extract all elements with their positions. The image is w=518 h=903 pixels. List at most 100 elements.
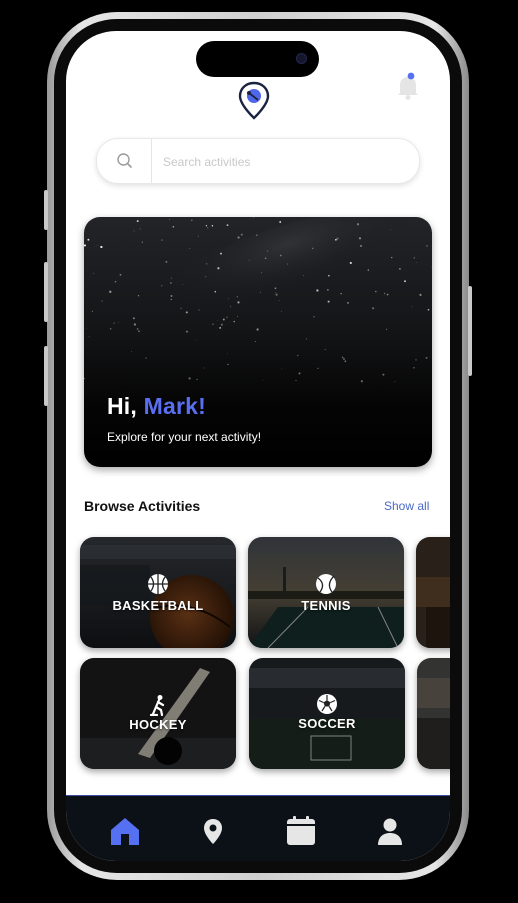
activity-card-soccer[interactable]: SOCCER bbox=[249, 658, 405, 769]
star-dot bbox=[180, 307, 182, 309]
star-dot bbox=[233, 320, 235, 323]
star-dot bbox=[100, 245, 103, 249]
star-dot bbox=[237, 301, 240, 304]
activity-card-basketball[interactable]: BASKETBALL bbox=[80, 537, 236, 648]
home-icon[interactable] bbox=[109, 815, 141, 847]
star-dot bbox=[86, 327, 88, 329]
star-dot bbox=[217, 267, 220, 270]
star-dot bbox=[136, 220, 139, 223]
star-dot bbox=[211, 225, 214, 227]
phone-side-button bbox=[44, 190, 48, 230]
star-dot bbox=[182, 284, 184, 285]
map-pin-icon[interactable] bbox=[197, 815, 229, 847]
bottom-tab-bar bbox=[66, 795, 450, 861]
star-dot bbox=[87, 238, 90, 241]
hero-banner: Hi, Mark! Explore for your next activity… bbox=[84, 217, 432, 467]
search-icon[interactable] bbox=[116, 152, 134, 170]
star-dot bbox=[220, 252, 222, 255]
star-dot bbox=[132, 317, 135, 320]
star-dot bbox=[194, 339, 196, 341]
activity-label: TENNIS bbox=[301, 598, 351, 613]
star-dot bbox=[336, 237, 339, 240]
star-dot bbox=[416, 261, 418, 263]
star-dot bbox=[297, 354, 299, 357]
star-dot bbox=[136, 328, 139, 330]
user-icon[interactable] bbox=[374, 815, 406, 847]
star-dot bbox=[254, 340, 256, 343]
star-dot bbox=[109, 290, 112, 293]
star-dot bbox=[358, 237, 362, 240]
star-dot bbox=[326, 288, 329, 291]
star-dot bbox=[431, 266, 432, 268]
star-dot bbox=[419, 293, 422, 296]
star-dot bbox=[227, 353, 228, 354]
star-dot bbox=[227, 297, 229, 299]
star-dot bbox=[356, 223, 360, 226]
activity-card-tennis[interactable]: TENNIS bbox=[248, 537, 404, 648]
star-dot bbox=[341, 356, 344, 359]
star-dot bbox=[165, 260, 168, 263]
location-pin-logo-icon[interactable] bbox=[236, 81, 272, 121]
star-dot bbox=[281, 368, 283, 370]
star-dot bbox=[237, 236, 240, 239]
star-dot bbox=[264, 257, 267, 260]
star-dot bbox=[367, 269, 370, 271]
search-input[interactable] bbox=[161, 149, 405, 175]
star-dot bbox=[343, 358, 345, 360]
star-dot bbox=[188, 377, 191, 380]
tennis-ball-icon bbox=[316, 574, 336, 594]
browse-activities-title: Browse Activities bbox=[84, 498, 201, 514]
star-dot bbox=[139, 228, 141, 230]
star-dot bbox=[133, 230, 135, 232]
star-dot bbox=[313, 315, 315, 318]
star-dot bbox=[328, 274, 330, 277]
star-dot bbox=[324, 349, 326, 351]
user-name: Mark! bbox=[143, 393, 206, 419]
star-dot bbox=[114, 280, 117, 283]
activity-label: BASKETBALL bbox=[112, 598, 204, 613]
search-bar[interactable] bbox=[96, 138, 420, 184]
phone-side-button bbox=[468, 286, 472, 376]
star-dot bbox=[382, 373, 385, 376]
star-dot bbox=[170, 282, 172, 284]
star-dot bbox=[190, 219, 193, 222]
star-dot bbox=[170, 295, 173, 297]
star-dot bbox=[256, 234, 258, 236]
star-dot bbox=[262, 379, 264, 381]
star-dot bbox=[84, 377, 86, 380]
star-dot bbox=[170, 277, 172, 279]
star-dot bbox=[327, 300, 330, 303]
star-dot bbox=[278, 300, 280, 301]
star-dot bbox=[344, 360, 347, 363]
star-dot bbox=[219, 326, 222, 329]
star-dot bbox=[295, 379, 297, 382]
star-dot bbox=[137, 294, 140, 297]
star-dot bbox=[287, 263, 289, 265]
search-divider bbox=[151, 139, 152, 183]
star-dot bbox=[413, 367, 415, 369]
calendar-icon[interactable] bbox=[285, 815, 317, 847]
star-dot bbox=[93, 272, 94, 274]
star-dot bbox=[236, 296, 239, 298]
star-dot bbox=[360, 245, 362, 247]
show-all-link[interactable]: Show all bbox=[384, 499, 429, 513]
star-dot bbox=[198, 309, 200, 311]
greeting-heading: Hi, Mark! bbox=[107, 393, 206, 420]
star-dot bbox=[237, 316, 238, 317]
star-dot bbox=[267, 250, 269, 252]
star-dot bbox=[390, 229, 391, 231]
phone-side-button bbox=[44, 262, 48, 322]
star-dot bbox=[230, 306, 232, 308]
star-dot bbox=[226, 224, 229, 227]
activity-card-hockey[interactable]: HOCKEY bbox=[80, 658, 236, 769]
bell-icon[interactable] bbox=[394, 71, 422, 101]
activity-card-partial[interactable] bbox=[417, 658, 450, 769]
activity-card-partial[interactable] bbox=[416, 537, 450, 648]
star-dot bbox=[261, 272, 262, 274]
star-dot bbox=[316, 289, 319, 292]
star-dot bbox=[335, 238, 337, 241]
star-dot bbox=[274, 287, 277, 290]
star-dot bbox=[274, 291, 276, 293]
star-dot bbox=[88, 336, 90, 338]
star-dot bbox=[197, 235, 199, 237]
